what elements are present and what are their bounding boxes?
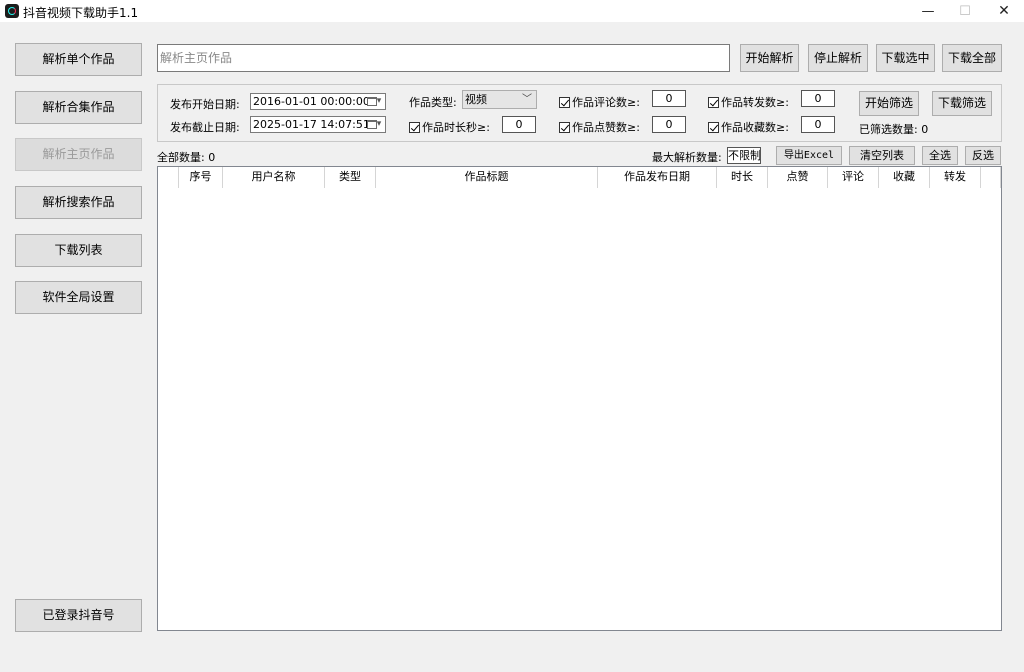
checkbox-checked-icon[interactable] [708, 122, 719, 133]
duration-label: 作品时长秒≥: [422, 121, 490, 134]
checkbox-checked-icon[interactable] [559, 97, 570, 108]
clear-list-button[interactable]: 清空列表 [849, 146, 915, 165]
start-date-value: 2016-01-01 00:00:00 [253, 95, 370, 108]
calendar-dropdown-icon[interactable]: ▾ [366, 119, 382, 130]
shares-input[interactable]: 0 [801, 90, 835, 107]
table-header: 序号 用户名称 类型 作品标题 作品发布日期 时长 点赞 评论 收藏 转发 [158, 167, 1001, 188]
checkbox-checked-icon[interactable] [409, 122, 420, 133]
shares-checkbox[interactable]: 作品转发数≥: [708, 94, 789, 110]
invert-selection-button[interactable]: 反选 [965, 146, 1001, 165]
close-button[interactable]: ✕ [984, 0, 1024, 23]
column-header-shares[interactable]: 转发 [930, 167, 981, 188]
total-count-value: 0 [208, 151, 216, 164]
favorites-input[interactable]: 0 [801, 116, 835, 133]
column-header-type[interactable]: 类型 [325, 167, 376, 188]
comments-input[interactable]: 0 [652, 90, 686, 107]
start-parse-button[interactable]: 开始解析 [740, 44, 799, 72]
title-bar: 抖音视频下载助手1.1 — ☐ ✕ [0, 0, 1024, 23]
total-count: 全部数量: 0 [157, 149, 215, 165]
logged-in-account-button[interactable]: 已登录抖音号 [15, 599, 142, 632]
filtered-count-value: 0 [921, 123, 929, 136]
type-select-value: 视频 [465, 93, 487, 106]
calendar-dropdown-icon[interactable]: ▾ [366, 96, 382, 107]
window-title: 抖音视频下载助手1.1 [23, 6, 139, 20]
comments-label: 作品评论数≥: [572, 96, 640, 109]
column-header-likes[interactable]: 点赞 [768, 167, 828, 188]
type-select[interactable]: 视频 ﹀ [462, 90, 537, 109]
column-header-comments[interactable]: 评论 [828, 167, 879, 188]
checkbox-checked-icon[interactable] [559, 122, 570, 133]
start-date-picker[interactable]: 2016-01-01 00:00:00 ▾ [250, 93, 386, 110]
column-header-filler [981, 167, 1001, 188]
total-count-label: 全部数量: [157, 151, 205, 164]
sidebar-parse-collection-button[interactable]: 解析合集作品 [15, 91, 142, 124]
app-logo-icon [5, 4, 19, 18]
max-parse-input[interactable]: 不限制 [727, 147, 761, 164]
likes-checkbox[interactable]: 作品点赞数≥: [559, 119, 640, 135]
sidebar-parse-search-button[interactable]: 解析搜索作品 [15, 186, 142, 219]
column-header-duration[interactable]: 时长 [717, 167, 768, 188]
main-window: 解析单个作品 解析合集作品 解析主页作品 解析搜索作品 下载列表 软件全局设置 … [0, 23, 1024, 672]
homepage-url-input[interactable]: 解析主页作品 [157, 44, 730, 72]
sidebar-download-list-button[interactable]: 下载列表 [15, 234, 142, 267]
type-label: 作品类型: [409, 96, 457, 109]
likes-label: 作品点赞数≥: [572, 121, 640, 134]
download-selected-button[interactable]: 下载选中 [876, 44, 935, 72]
column-header-checkbox[interactable] [158, 167, 179, 188]
favorites-label: 作品收藏数≥: [721, 121, 789, 134]
stop-parse-button[interactable]: 停止解析 [808, 44, 868, 72]
shares-label: 作品转发数≥: [721, 96, 789, 109]
filtered-count-label: 已筛选数量: [859, 123, 918, 136]
sidebar-global-settings-button[interactable]: 软件全局设置 [15, 281, 142, 314]
likes-input[interactable]: 0 [652, 116, 686, 133]
maximize-button[interactable]: ☐ [945, 0, 985, 23]
favorites-checkbox[interactable]: 作品收藏数≥: [708, 119, 789, 135]
works-table[interactable]: 序号 用户名称 类型 作品标题 作品发布日期 时长 点赞 评论 收藏 转发 [157, 166, 1002, 631]
column-header-index[interactable]: 序号 [179, 167, 223, 188]
end-date-value: 2025-01-17 14:07:51 [253, 118, 370, 131]
start-filter-button[interactable]: 开始筛选 [859, 91, 919, 116]
chevron-down-icon: ﹀ [522, 94, 532, 105]
select-all-button[interactable]: 全选 [922, 146, 958, 165]
minimize-button[interactable]: — [908, 0, 948, 23]
duration-checkbox[interactable]: 作品时长秒≥: [409, 119, 490, 135]
column-header-username[interactable]: 用户名称 [223, 167, 325, 188]
download-filter-button[interactable]: 下载筛选 [932, 91, 992, 116]
sidebar-parse-single-button[interactable]: 解析单个作品 [15, 43, 142, 76]
max-parse-label: 最大解析数量: [652, 151, 722, 164]
filtered-count: 已筛选数量: 0 [859, 121, 928, 137]
checkbox-checked-icon[interactable] [708, 97, 719, 108]
download-all-button[interactable]: 下载全部 [942, 44, 1002, 72]
column-header-favorites[interactable]: 收藏 [879, 167, 930, 188]
sidebar-parse-homepage-button[interactable]: 解析主页作品 [15, 138, 142, 171]
duration-input[interactable]: 0 [502, 116, 536, 133]
column-header-publish-date[interactable]: 作品发布日期 [598, 167, 717, 188]
comments-checkbox[interactable]: 作品评论数≥: [559, 94, 640, 110]
export-excel-button[interactable]: 导出Excel [776, 146, 842, 165]
end-date-label: 发布截止日期: [170, 121, 240, 134]
start-date-label: 发布开始日期: [170, 98, 240, 111]
column-header-title[interactable]: 作品标题 [376, 167, 598, 188]
end-date-picker[interactable]: 2025-01-17 14:07:51 ▾ [250, 116, 386, 133]
